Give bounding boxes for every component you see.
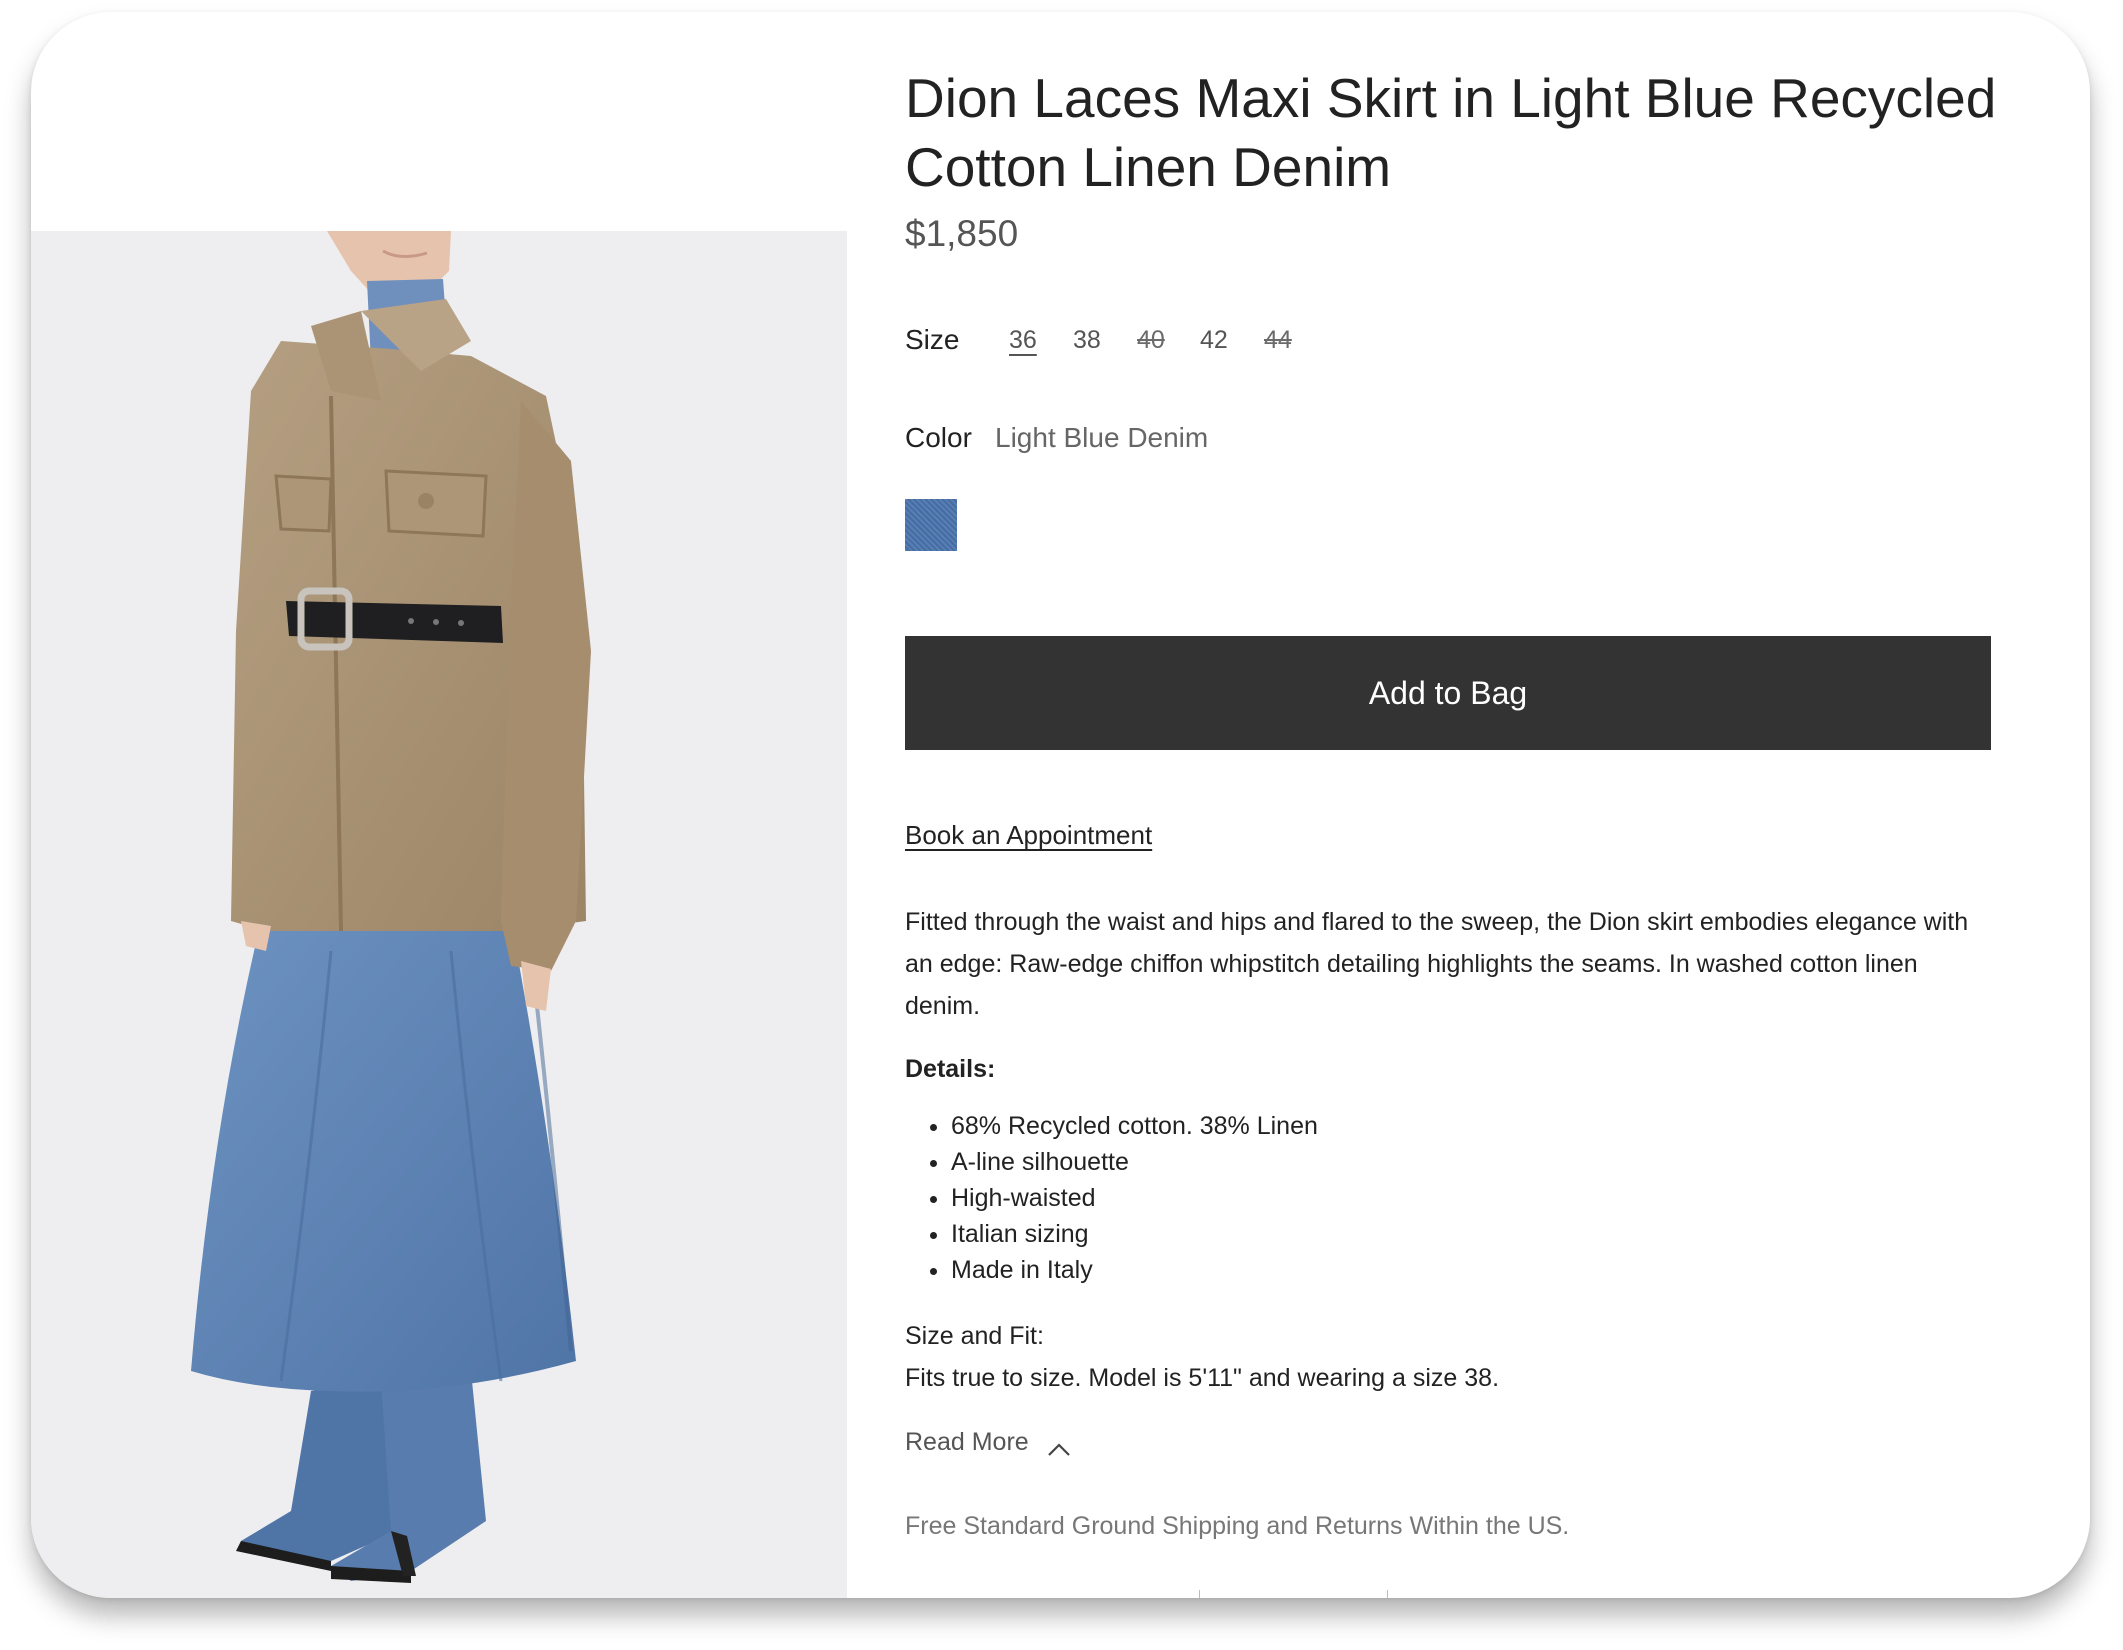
size-option-44[interactable]: 44	[1264, 326, 1292, 355]
read-more-toggle[interactable]: Read More	[905, 1428, 1071, 1457]
size-option-38[interactable]: 38	[1073, 326, 1101, 355]
size-option-42[interactable]: 42	[1200, 326, 1228, 355]
list-item: A-line silhouette	[951, 1144, 1318, 1180]
product-info: Dion Laces Maxi Skirt in Light Blue Recy…	[905, 12, 2025, 1598]
product-description: Fitted through the waist and hips and fl…	[905, 908, 1969, 1020]
size-label: Size	[905, 324, 960, 355]
size-fit-text: Fits true to size. Model is 5'11" and we…	[905, 1364, 1500, 1392]
model-illustration	[31, 231, 847, 1598]
book-appointment-link[interactable]: Book an Appointment	[905, 820, 1152, 851]
shipping-note: Free Standard Ground Shipping and Return…	[905, 1512, 1570, 1540]
color-label: Color	[905, 422, 972, 453]
details-heading: Details:	[905, 1055, 996, 1083]
details-list: 68% Recycled cotton. 38% Linen A-line si…	[905, 1108, 1318, 1288]
size-option-40[interactable]: 40	[1137, 326, 1165, 355]
list-item: Made in Italy	[951, 1252, 1318, 1288]
divider	[1199, 1590, 1200, 1598]
size-option-36[interactable]: 36	[1009, 326, 1037, 355]
add-to-bag-button[interactable]: Add to Bag	[905, 636, 1991, 750]
list-item: Italian sizing	[951, 1216, 1318, 1252]
color-value: Light Blue Denim	[995, 422, 1209, 453]
product-image[interactable]	[31, 231, 847, 1598]
read-more-label: Read More	[905, 1428, 1029, 1456]
chevron-up-icon	[1047, 1435, 1071, 1456]
product-title: Dion Laces Maxi Skirt in Light Blue Recy…	[905, 67, 1997, 198]
product-card: Dion Laces Maxi Skirt in Light Blue Recy…	[31, 12, 2090, 1598]
color-swatch-light-blue-denim[interactable]	[905, 499, 957, 551]
size-fit-heading: Size and Fit:	[905, 1322, 1044, 1350]
product-price: $1,850	[905, 213, 1019, 254]
divider	[1387, 1590, 1388, 1598]
list-item: High-waisted	[951, 1180, 1318, 1216]
list-item: 68% Recycled cotton. 38% Linen	[951, 1108, 1318, 1144]
